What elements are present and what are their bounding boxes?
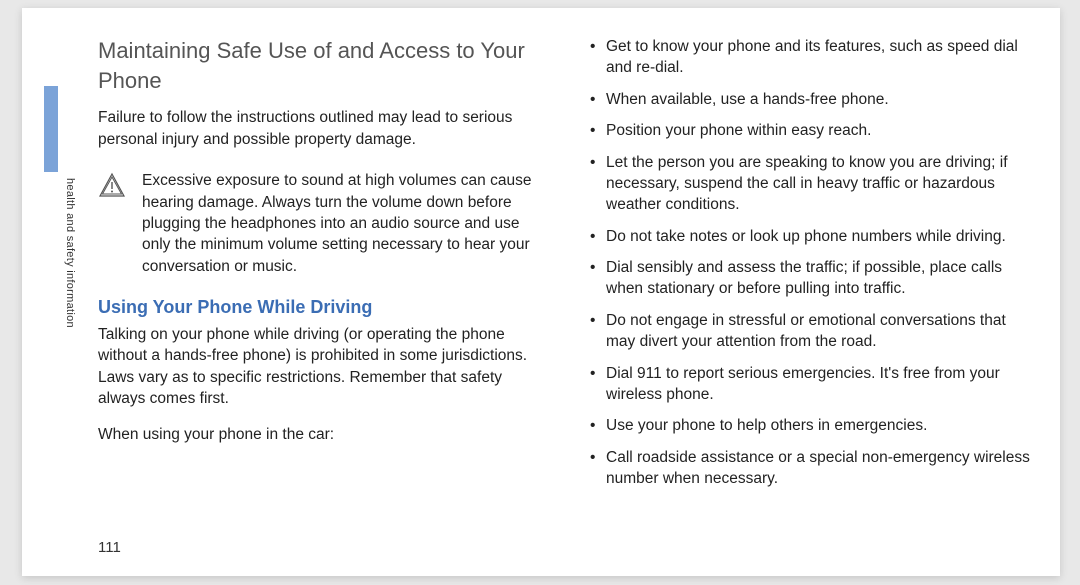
warning-text: Excessive exposure to sound at high volu… (142, 170, 546, 277)
page-number: 111 (98, 539, 121, 556)
section-vertical-label: health and safety information (64, 178, 76, 328)
document-page: health and safety information Maintainin… (22, 8, 1060, 576)
section-tab (44, 86, 58, 172)
list-item: Let the person you are speaking to know … (582, 152, 1030, 216)
warning-block: Excessive exposure to sound at high volu… (98, 170, 546, 277)
bullet-list: Get to know your phone and its features,… (582, 36, 1030, 499)
list-item: Position your phone within easy reach. (582, 120, 1030, 141)
warning-triangle-icon (98, 172, 126, 277)
list-item: When available, use a hands-free phone. (582, 89, 1030, 110)
list-item: Do not take notes or look up phone numbe… (582, 226, 1030, 247)
list-item: Call roadside assistance or a special no… (582, 447, 1030, 490)
list-intro: When using your phone in the car: (98, 424, 546, 445)
intro-paragraph: Failure to follow the instructions outli… (98, 107, 546, 150)
list-item: Get to know your phone and its features,… (582, 36, 1030, 79)
left-column: Maintaining Safe Use of and Access to Yo… (98, 36, 546, 546)
list-item: Dial sensibly and assess the traffic; if… (582, 257, 1030, 300)
page-title: Maintaining Safe Use of and Access to Yo… (98, 36, 546, 95)
section-subheading: Using Your Phone While Driving (98, 297, 546, 318)
right-column: Get to know your phone and its features,… (582, 36, 1030, 546)
content-area: Maintaining Safe Use of and Access to Yo… (98, 36, 1030, 546)
driving-paragraph: Talking on your phone while driving (or … (98, 324, 546, 410)
list-item: Dial 911 to report serious emergencies. … (582, 363, 1030, 406)
list-item: Use your phone to help others in emergen… (582, 415, 1030, 436)
list-item: Do not engage in stressful or emotional … (582, 310, 1030, 353)
